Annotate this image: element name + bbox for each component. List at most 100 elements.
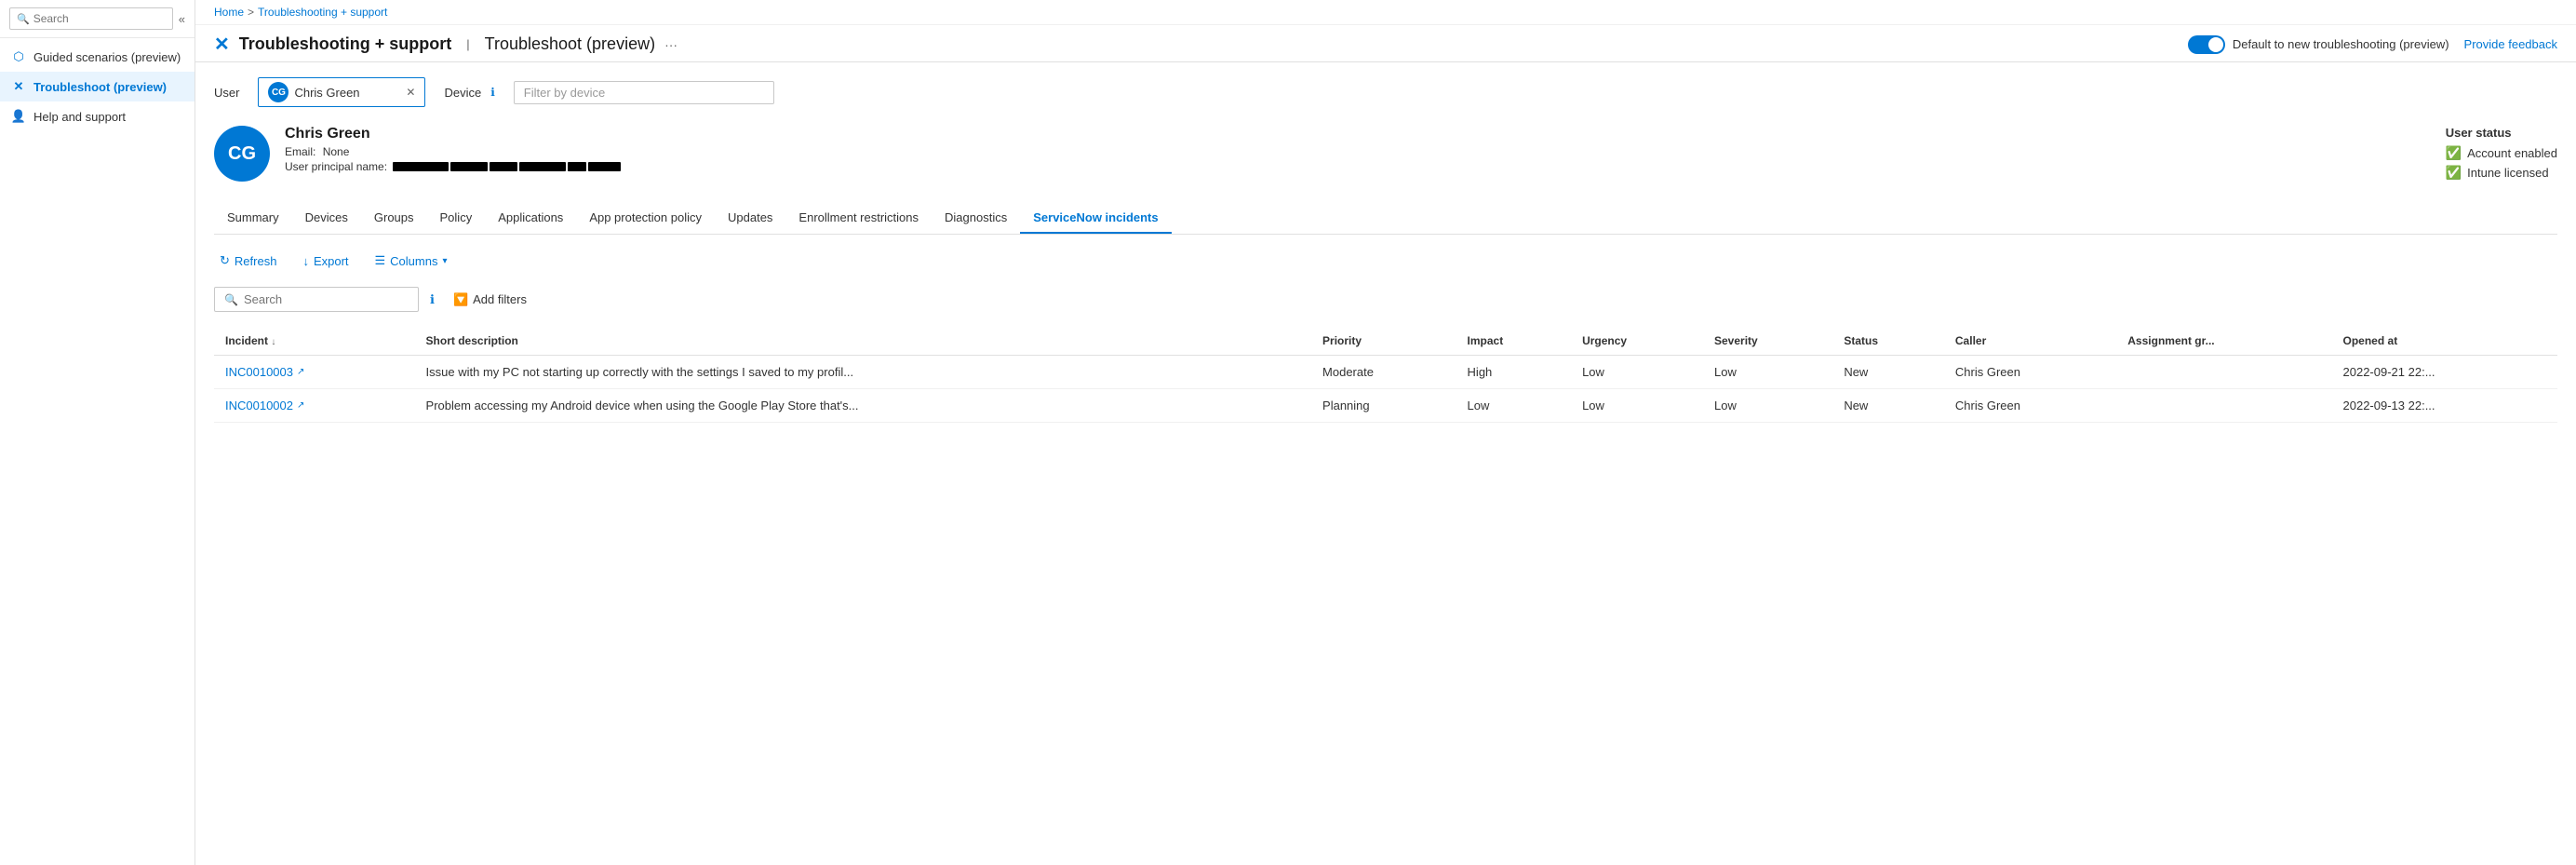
add-filters-button[interactable]: 🔽 Add filters xyxy=(446,289,534,311)
upn-value xyxy=(393,162,621,171)
tab-diagnostics[interactable]: Diagnostics xyxy=(932,203,1020,234)
col-incident: Incident ↓ xyxy=(214,327,415,356)
col-priority: Priority xyxy=(1311,327,1456,356)
table-row: INC0010002 ↗ Problem accessing my Androi… xyxy=(214,389,2557,423)
device-placeholder: Filter by device xyxy=(524,86,605,100)
col-impact: Impact xyxy=(1456,327,1572,356)
breadcrumb-home[interactable]: Home xyxy=(214,6,244,19)
assignment-group-cell xyxy=(2116,389,2331,423)
user-chip: CG Chris Green ✕ xyxy=(258,77,425,107)
incident-cell: INC0010002 ↗ xyxy=(214,389,415,423)
intune-licensed-icon: ✅ xyxy=(2446,165,2462,181)
page-separator: | xyxy=(466,37,469,51)
columns-icon: ☰ xyxy=(375,253,386,268)
page-subtitle: Troubleshoot (preview) xyxy=(485,34,655,54)
urgency-cell: Low xyxy=(1571,389,1703,423)
tab-app-protection[interactable]: App protection policy xyxy=(576,203,715,234)
table-search-input[interactable] xyxy=(244,292,393,306)
content-area: User CG Chris Green ✕ Device ℹ Filter by… xyxy=(195,62,2576,865)
short-description-cell: Problem accessing my Android device when… xyxy=(415,389,1311,423)
tab-servicenow[interactable]: ServiceNow incidents xyxy=(1020,203,1171,234)
incident-link-1[interactable]: INC0010003 ↗ xyxy=(225,365,404,379)
external-link-icon: ↗ xyxy=(297,400,304,411)
device-filter-input[interactable]: Filter by device xyxy=(514,81,774,104)
columns-button[interactable]: ☰ Columns ▾ xyxy=(369,250,453,272)
refresh-button[interactable]: ↻ Refresh xyxy=(214,250,282,272)
toggle-label: Default to new troubleshooting (preview) xyxy=(2233,37,2449,51)
opened-at-cell: 2022-09-21 22:... xyxy=(2332,356,2557,389)
caller-cell: Chris Green xyxy=(1944,356,2116,389)
sidebar-item-help-support[interactable]: 👤 Help and support xyxy=(0,101,195,131)
export-icon: ↓ xyxy=(302,254,309,268)
main-content: Home > Troubleshooting + support ✕ Troub… xyxy=(195,0,2576,865)
severity-cell: Low xyxy=(1703,356,1832,389)
user-chip-close-icon[interactable]: ✕ xyxy=(406,86,415,99)
sidebar-item-label: Guided scenarios (preview) xyxy=(34,50,181,64)
user-chip-name: Chris Green xyxy=(294,86,400,100)
incidents-table: Incident ↓ Short description Priority Im… xyxy=(214,327,2557,423)
search-box: 🔍 xyxy=(214,287,419,312)
col-assignment-group: Assignment gr... xyxy=(2116,327,2331,356)
sidebar-collapse-icon[interactable]: « xyxy=(179,12,185,26)
table-row: INC0010003 ↗ Issue with my PC not starti… xyxy=(214,356,2557,389)
tabs: Summary Devices Groups Policy Applicatio… xyxy=(214,203,2557,235)
search-info-icon[interactable]: ℹ xyxy=(430,292,435,307)
add-filters-label: Add filters xyxy=(473,292,527,306)
severity-cell: Low xyxy=(1703,389,1832,423)
sidebar-item-label: Troubleshoot (preview) xyxy=(34,80,167,94)
page-title-area: ✕ Troubleshooting + support | Troublesho… xyxy=(214,33,678,56)
short-desc-2: Problem accessing my Android device when… xyxy=(426,399,859,412)
tab-summary[interactable]: Summary xyxy=(214,203,292,234)
page-icon: ✕ xyxy=(214,33,230,56)
incident-number-1: INC0010003 xyxy=(225,365,293,379)
status-account-enabled: ✅ Account enabled xyxy=(2446,145,2557,161)
device-filter-label: Device xyxy=(444,86,481,100)
sidebar-item-label: Help and support xyxy=(34,110,126,124)
priority-cell: Moderate xyxy=(1311,356,1456,389)
provide-feedback-link[interactable]: Provide feedback xyxy=(2464,37,2557,51)
tab-policy[interactable]: Policy xyxy=(427,203,486,234)
sidebar: 🔍 « ⬡ Guided scenarios (preview) ✕ Troub… xyxy=(0,0,195,865)
guided-scenarios-icon: ⬡ xyxy=(11,49,26,64)
assignment-group-cell xyxy=(2116,356,2331,389)
tab-groups[interactable]: Groups xyxy=(361,203,427,234)
account-enabled-icon: ✅ xyxy=(2446,145,2462,161)
incident-link-2[interactable]: INC0010002 ↗ xyxy=(225,399,404,412)
tab-applications[interactable]: Applications xyxy=(485,203,576,234)
incident-number-2: INC0010002 xyxy=(225,399,293,412)
filter-bar: User CG Chris Green ✕ Device ℹ Filter by… xyxy=(214,77,2557,107)
user-info: Chris Green Email: None User principal n… xyxy=(285,126,621,175)
incident-cell: INC0010003 ↗ xyxy=(214,356,415,389)
table-body: INC0010003 ↗ Issue with my PC not starti… xyxy=(214,356,2557,423)
sidebar-nav: ⬡ Guided scenarios (preview) ✕ Troublesh… xyxy=(0,38,195,865)
status-title: User status xyxy=(2446,126,2557,140)
user-name: Chris Green xyxy=(285,126,621,142)
tab-enrollment[interactable]: Enrollment restrictions xyxy=(785,203,932,234)
sidebar-search-input[interactable] xyxy=(34,12,166,25)
col-urgency: Urgency xyxy=(1571,327,1703,356)
intune-licensed-label: Intune licensed xyxy=(2467,166,2548,180)
external-link-icon: ↗ xyxy=(297,367,304,377)
sidebar-item-troubleshoot[interactable]: ✕ Troubleshoot (preview) xyxy=(0,72,195,101)
default-toggle[interactable] xyxy=(2188,35,2225,54)
opened-at-cell: 2022-09-13 22:... xyxy=(2332,389,2557,423)
tab-updates[interactable]: Updates xyxy=(715,203,785,234)
col-caller: Caller xyxy=(1944,327,2116,356)
more-options-icon[interactable]: ··· xyxy=(664,37,678,52)
user-email: Email: None xyxy=(285,145,621,158)
user-avatar-large: CG xyxy=(214,126,270,182)
export-button[interactable]: ↓ Export xyxy=(297,250,354,272)
email-value: None xyxy=(323,145,350,158)
user-status: User status ✅ Account enabled ✅ Intune l… xyxy=(2446,126,2557,184)
filter-icon: 🔽 xyxy=(453,292,468,307)
columns-chevron-icon: ▾ xyxy=(442,256,447,266)
sort-icon[interactable]: ↓ xyxy=(271,337,275,347)
tab-devices[interactable]: Devices xyxy=(292,203,361,234)
col-status: Status xyxy=(1832,327,1944,356)
table-header: Incident ↓ Short description Priority Im… xyxy=(214,327,2557,356)
troubleshoot-icon: ✕ xyxy=(11,79,26,94)
help-icon: 👤 xyxy=(11,109,26,124)
sidebar-item-guided-scenarios[interactable]: ⬡ Guided scenarios (preview) xyxy=(0,42,195,72)
user-upn: User principal name: xyxy=(285,160,621,173)
device-info-icon[interactable]: ℹ xyxy=(490,86,495,99)
